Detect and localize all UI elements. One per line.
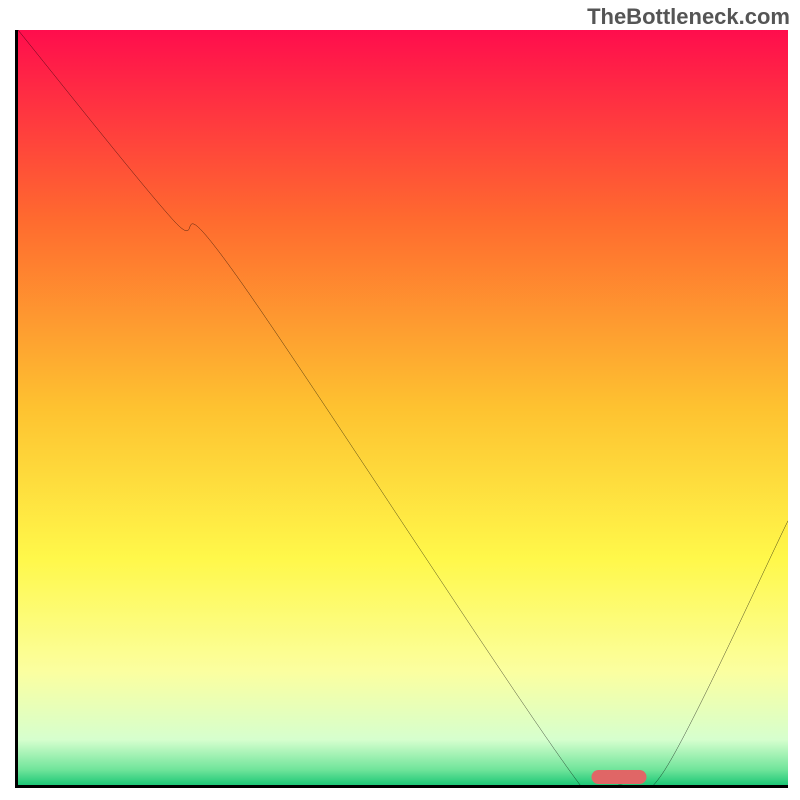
watermark-text: TheBottleneck.com: [587, 4, 790, 30]
chart-container: TheBottleneck.com: [0, 0, 800, 800]
line-curve: [18, 30, 788, 785]
chart-plot-area: [15, 30, 788, 788]
bottleneck-marker: [591, 770, 646, 784]
